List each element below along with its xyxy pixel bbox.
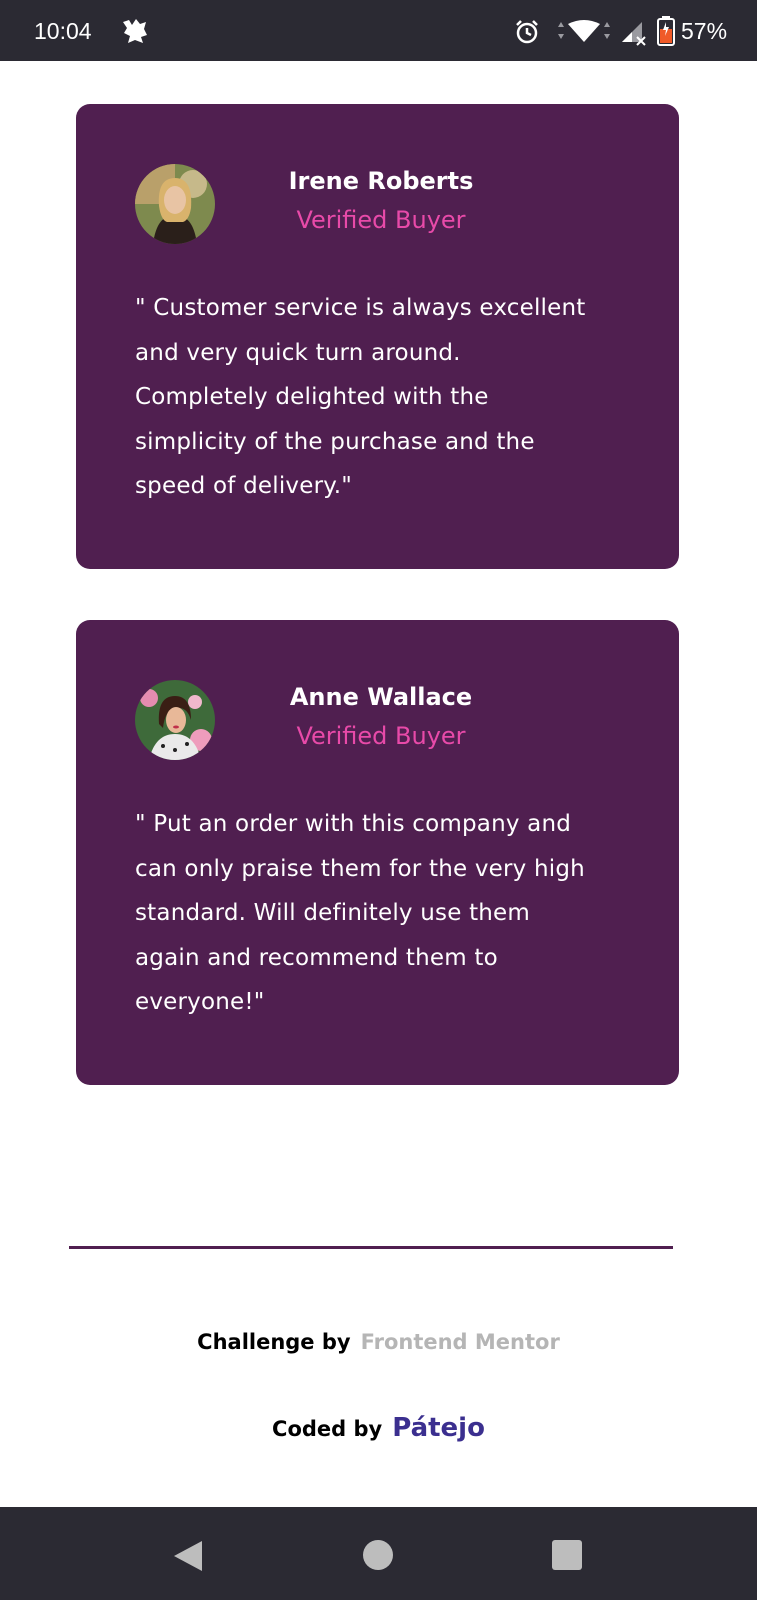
footer-divider [69, 1246, 673, 1249]
reviewer-role: Verified Buyer [296, 206, 466, 234]
challenge-label: Challenge by [197, 1330, 351, 1354]
reviewer-name: Anne Wallace [289, 683, 473, 711]
review-text: " Put an order with this company and can… [135, 811, 585, 1015]
recents-icon[interactable] [551, 1539, 583, 1575]
testimonial-card: Anne Wallace Verified Buyer " Put an ord… [76, 620, 679, 1085]
status-bar: 10:04 57% [0, 0, 757, 61]
battery-percentage: 57% [681, 18, 728, 44]
battery-icon [656, 15, 676, 53]
coded-label: Coded by [272, 1417, 383, 1441]
reviewer-name: Irene Roberts [288, 167, 474, 195]
navigation-bar [0, 1507, 757, 1600]
review-text: " Customer service is always excellent a… [135, 295, 586, 499]
alarm-icon [514, 19, 540, 51]
coded-attribution: Coded by Pátejo [0, 1413, 757, 1443]
reviewer-role: Verified Buyer [296, 722, 466, 750]
wifi-icon [556, 20, 612, 50]
frontend-mentor-link[interactable]: Frontend Mentor [361, 1330, 560, 1354]
home-icon[interactable] [362, 1539, 394, 1575]
author-link[interactable]: Pátejo [392, 1413, 485, 1443]
challenge-attribution: Challenge by Frontend Mentor [0, 1330, 757, 1354]
back-icon[interactable] [172, 1539, 204, 1577]
status-time: 10:04 [34, 18, 92, 44]
testimonial-card: Irene Roberts Verified Buyer " Customer … [76, 104, 679, 569]
app-notification-icon [120, 16, 150, 52]
cell-signal-icon [620, 20, 648, 52]
